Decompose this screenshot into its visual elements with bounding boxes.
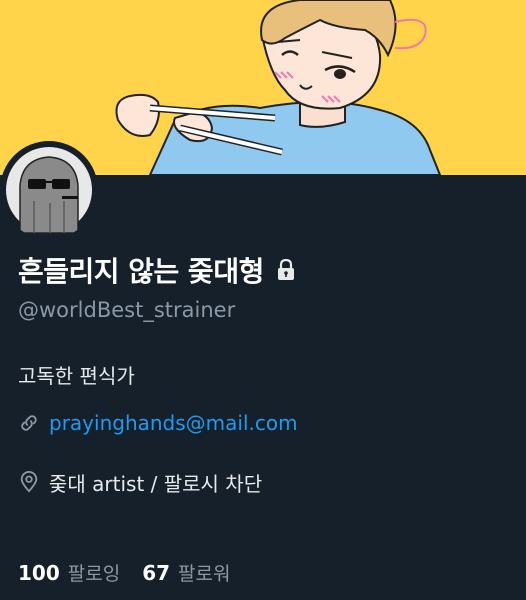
- bio-text: 고독한 편식가: [18, 364, 135, 388]
- profile-page: 흔들리지 않는 줒대형 @worldBest_strainer 고독한 편식가 …: [0, 0, 526, 600]
- following-label: 팔로잉: [67, 562, 121, 585]
- avatar[interactable]: [0, 141, 98, 239]
- link-icon: [21, 415, 37, 431]
- location-row: 줒대 artist / 팔로시 차단: [18, 467, 262, 497]
- profile-banner[interactable]: [0, 0, 526, 175]
- display-name-row: 흔들리지 않는 줒대형: [18, 250, 296, 290]
- location-pin-icon: [20, 471, 38, 493]
- profile-link-row: prayinghands@mail.com: [18, 408, 298, 438]
- profile-link[interactable]: prayinghands@mail.com: [49, 411, 298, 435]
- location-text: 줒대 artist / 팔로시 차단: [49, 471, 263, 496]
- avatar-image: [0, 141, 98, 239]
- display-name: 흔들리지 않는 줒대형: [18, 255, 264, 288]
- banner-illustration: [0, 0, 526, 175]
- follow-stats: 100 팔로잉 67 팔로워: [18, 557, 253, 587]
- followers-label: 팔로워: [178, 562, 231, 585]
- lock-icon: [277, 259, 294, 280]
- user-handle: @worldBest_strainer: [18, 298, 236, 322]
- following-count: 100: [18, 560, 60, 585]
- following-stat[interactable]: 100 팔로잉: [18, 559, 120, 586]
- followers-stat[interactable]: 67 팔로워: [142, 559, 230, 586]
- followers-count: 67: [142, 560, 171, 585]
